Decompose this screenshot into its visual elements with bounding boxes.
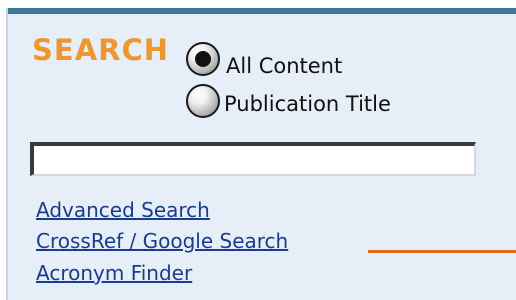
orange-divider (368, 250, 516, 253)
radio-selected-icon[interactable] (186, 42, 220, 76)
acronym-finder-link[interactable]: Acronym Finder (36, 263, 192, 283)
radio-unselected-icon[interactable] (186, 84, 220, 118)
radio-all-content-label: All Content (226, 54, 343, 78)
radio-all-content[interactable]: All Content (186, 40, 342, 78)
radio-publication-title-label: Publication Title (224, 92, 391, 116)
search-heading: SEARCH (32, 33, 170, 67)
panel-left-border (6, 8, 8, 300)
radio-publication-title[interactable]: Publication Title (186, 84, 391, 118)
crossref-google-search-link[interactable]: CrossRef / Google Search (36, 231, 288, 251)
panel-top-border (6, 8, 516, 14)
advanced-search-link[interactable]: Advanced Search (36, 200, 210, 220)
search-input[interactable] (30, 142, 476, 176)
